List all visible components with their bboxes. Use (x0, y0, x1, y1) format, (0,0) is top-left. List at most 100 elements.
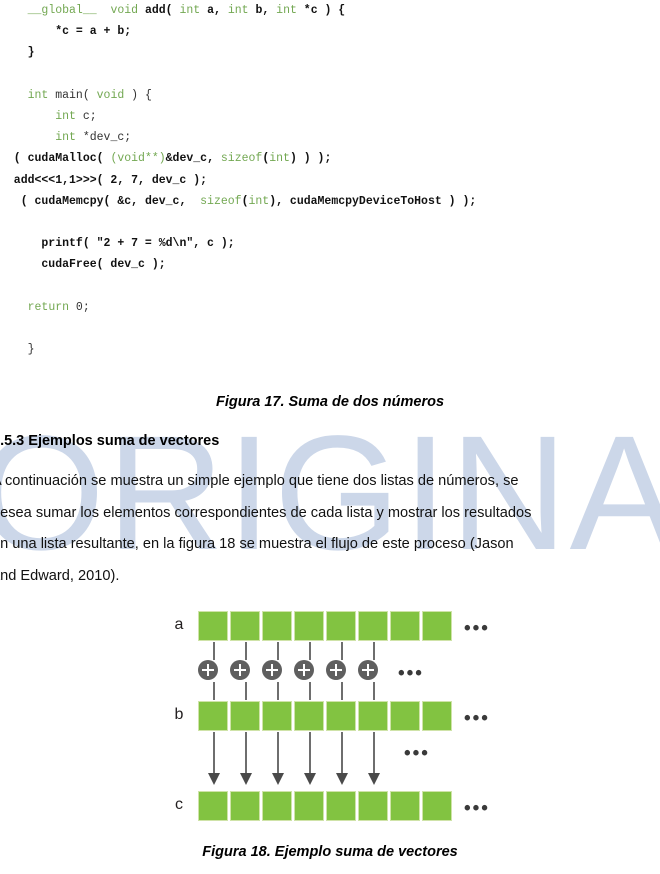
code-token: , c ); (193, 237, 235, 251)
vector-cell (326, 791, 356, 821)
code-token: int (276, 4, 297, 17)
arrow-head-icon (367, 773, 380, 785)
vector-addition-diagram: a ••• b ••• c ••• ••• ••• (168, 606, 498, 821)
row-ellipsis: ••• (464, 618, 490, 639)
code-token: , (262, 4, 277, 17)
code-line: } (0, 339, 660, 360)
code-token: add (144, 4, 166, 17)
arrow-shaft (277, 732, 279, 776)
vector-cell (294, 791, 324, 821)
vector-row-label: a (174, 616, 184, 633)
connector-plus-to-b (309, 682, 311, 700)
connector-plus-to-b (373, 682, 375, 700)
code-token: ) { (124, 88, 152, 102)
code-token: ) ) ); (289, 152, 332, 166)
code-token: *c = a + b; (0, 25, 132, 39)
vector-cell (262, 701, 292, 731)
plus-operator-icon (294, 660, 314, 680)
arrow-head-icon (207, 773, 220, 785)
vector-row-a: a ••• (168, 610, 498, 642)
vector-cell (230, 791, 260, 821)
vector-cell (326, 701, 356, 731)
vector-cell (422, 611, 452, 641)
arrow-shaft (309, 732, 311, 776)
vector-cell (390, 701, 420, 731)
figure-18-caption: Figura 18. Ejemplo suma de vectores (202, 844, 458, 860)
plus-operator-icon (230, 660, 250, 680)
code-token: sizeof (220, 152, 263, 166)
code-token: cudaFree( dev_c ); (0, 258, 166, 272)
vector-cell (230, 611, 260, 641)
plus-operator-icon (262, 660, 282, 680)
code-token: ( (165, 4, 180, 17)
code-token: ( (0, 152, 28, 166)
code-line: return 0; (0, 297, 660, 318)
connector-a-to-plus (245, 642, 247, 660)
connector-a-to-plus (341, 642, 343, 660)
code-line: int main( void ) { (0, 85, 660, 106)
body-line: en una lista resultante, en la figura 18… (0, 536, 514, 552)
plus-operator-icon (198, 660, 218, 680)
arrow-shaft (341, 732, 343, 776)
code-token: int (248, 194, 270, 208)
section-heading: 3.5.3 Ejemplos suma de vectores (0, 433, 220, 449)
code-line: *c = a + b; (0, 21, 660, 42)
code-line: add<<<1,1>>>( 2, 7, dev_c ); (0, 170, 660, 191)
vector-cells (198, 611, 452, 641)
arrow-ellipsis: ••• (404, 743, 430, 764)
vector-cell (294, 611, 324, 641)
arrow-head-icon (271, 773, 284, 785)
code-token: } (0, 343, 35, 356)
vector-cell (230, 701, 260, 731)
code-token: int (179, 4, 201, 17)
code-token: int (55, 131, 76, 145)
code-line: int *dev_c; (0, 127, 660, 148)
code-line: printf( "2 + 7 = %d\n", c ); (0, 233, 660, 254)
code-token: int (27, 88, 49, 102)
code-token: int (55, 109, 76, 123)
connector-a-to-plus (277, 642, 279, 660)
connector-plus-to-b (213, 682, 215, 700)
plus-operator-icon (358, 660, 378, 680)
code-token: *c ) { (303, 4, 346, 17)
connector-plus-to-b (277, 682, 279, 700)
body-paragraph: A continuación se muestra un simple ejem… (0, 466, 660, 592)
connector-plus-to-b (341, 682, 343, 700)
code-token: (void**) (110, 152, 166, 166)
vector-cell (422, 701, 452, 731)
vector-cell (198, 791, 228, 821)
code-token: *dev_c; (75, 131, 132, 145)
code-token: ( &c, dev_c, (103, 194, 201, 208)
row-ellipsis: ••• (464, 708, 490, 729)
code-token: __global__ (27, 4, 97, 17)
code-line: ( cudaMalloc( (void**)&dev_c, sizeof(int… (0, 148, 660, 169)
code-token: ), (269, 194, 290, 208)
vector-cell (358, 701, 388, 731)
vector-cell (262, 611, 292, 641)
arrow-shaft (213, 732, 215, 776)
code-token: printf( (0, 237, 97, 251)
code-line: int c; (0, 106, 660, 127)
connector-a-to-plus (309, 642, 311, 660)
operator-row (198, 660, 378, 680)
code-token: add<<<1,1>>>( 2, 7, dev_c ); (0, 173, 208, 187)
vector-cell (422, 791, 452, 821)
code-token: c; (75, 109, 97, 123)
connector-plus-to-b (245, 682, 247, 700)
vector-cell (358, 791, 388, 821)
vector-row-b: b ••• (168, 700, 498, 732)
code-token: , (207, 152, 221, 166)
code-line: __global__ void add( int a, int b, int *… (0, 0, 660, 21)
vector-row-label: b (174, 706, 184, 723)
arrow-shaft (373, 732, 375, 776)
vector-cells (198, 701, 452, 731)
code-token: "2 + 7 = %d\n" (96, 237, 194, 251)
code-token: main( (48, 88, 97, 102)
plus-operator-icon (326, 660, 346, 680)
